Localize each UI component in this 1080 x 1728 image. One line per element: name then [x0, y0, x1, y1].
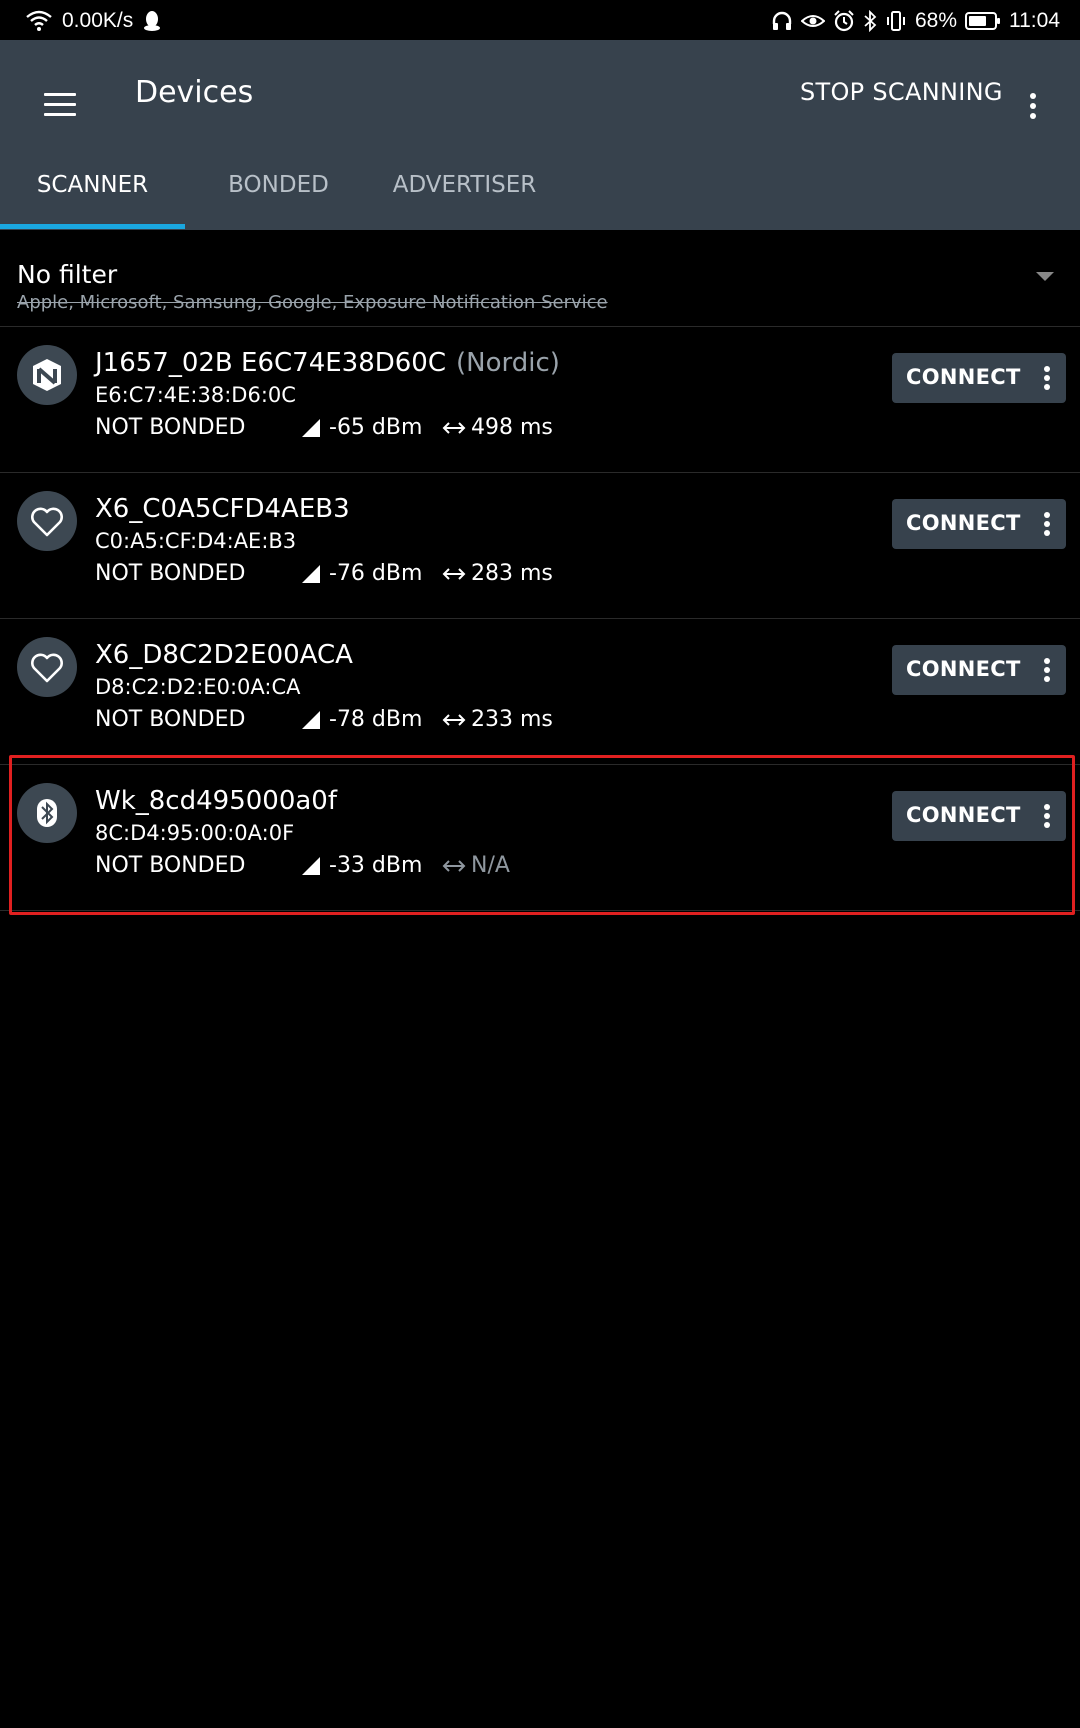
more-vert-icon: [1044, 366, 1050, 372]
filter-bar[interactable]: No filter Apple, Microsoft, Samsung, Goo…: [0, 230, 1080, 327]
filter-label: No filter: [17, 260, 118, 289]
qq-icon: [144, 11, 161, 31]
more-vert-icon: [1044, 658, 1050, 664]
connect-button[interactable]: CONNECT: [892, 645, 1066, 695]
page-title: Devices: [135, 75, 254, 110]
signal-icon: [302, 710, 320, 729]
connect-label: CONNECT: [906, 657, 1021, 681]
device-more-button[interactable]: [1032, 353, 1062, 403]
tab-bonded[interactable]: BONDED: [185, 172, 372, 230]
connect-button[interactable]: CONNECT: [892, 353, 1066, 403]
signal-icon: [302, 418, 320, 437]
advertising-interval: 283 ms: [442, 561, 553, 586]
filter-excluded-list: Apple, Microsoft, Samsung, Google, Expos…: [17, 292, 608, 313]
stop-scanning-button[interactable]: STOP SCANNING: [800, 78, 1003, 106]
network-speed: 0.00K/s: [62, 9, 134, 32]
more-vert-icon: [1030, 93, 1036, 99]
device-avatar: [17, 491, 77, 551]
bond-state: NOT BONDED: [95, 707, 246, 732]
nordic-icon: [33, 359, 61, 391]
device-name: X6_D8C2D2E00ACA: [95, 640, 353, 670]
app-bar: Devices STOP SCANNING SCANNER BONDED ADV…: [0, 40, 1080, 230]
device-row[interactable]: J1657_02B E6C74E38D60C (Nordic) E6:C7:4E:…: [0, 326, 1080, 473]
connect-label: CONNECT: [906, 365, 1021, 389]
device-row[interactable]: X6_C0A5CFD4AEB3 C0:A5:CF:D4:AE:B3 NOT BO…: [0, 472, 1080, 619]
interval-arrows-icon: [442, 421, 466, 434]
advertising-interval: 498 ms: [442, 415, 553, 440]
more-vert-icon: [1044, 512, 1050, 518]
menu-button[interactable]: [30, 76, 90, 136]
device-avatar: [17, 637, 77, 697]
battery-percent: 68%: [914, 9, 957, 32]
dropdown-arrow-icon[interactable]: [1036, 272, 1054, 281]
device-mac: C0:A5:CF:D4:AE:B3: [95, 529, 297, 553]
alarm-icon: [834, 10, 854, 32]
interval-arrows-icon: [442, 567, 466, 580]
heart-icon: [31, 507, 63, 537]
device-vendor: (Nordic): [456, 348, 560, 378]
tab-advertiser[interactable]: ADVERTISER: [372, 172, 557, 230]
rssi: -78 dBm: [300, 707, 422, 732]
bond-state: NOT BONDED: [95, 415, 246, 440]
headphones-icon: [772, 11, 792, 30]
connect-button[interactable]: CONNECT: [892, 499, 1066, 549]
clock: 11:04: [1009, 9, 1060, 32]
overflow-menu-button[interactable]: [1018, 76, 1048, 136]
device-mac: E6:C7:4E:38:D6:0C: [95, 383, 296, 407]
vibrate-icon: [886, 11, 905, 31]
highlight-box: [9, 755, 1075, 915]
device-name: X6_C0A5CFD4AEB3: [95, 494, 350, 524]
device-mac: D8:C2:D2:E0:0A:CA: [95, 675, 301, 699]
device-name: J1657_02B E6C74E38D60C (Nordic): [95, 348, 560, 378]
menu-icon: [44, 93, 76, 96]
wifi-icon: [26, 10, 52, 31]
bluetooth-status-icon: [864, 10, 877, 32]
advertising-interval: 233 ms: [442, 707, 553, 732]
tab-scanner[interactable]: SCANNER: [0, 172, 185, 230]
connect-label: CONNECT: [906, 511, 1021, 535]
eye-icon: [800, 15, 825, 27]
interval-arrows-icon: [442, 713, 466, 726]
status-bar: 0.00K/s 68% 11:04: [0, 0, 1080, 40]
device-more-button[interactable]: [1032, 499, 1062, 549]
device-avatar: [17, 345, 77, 405]
rssi: -76 dBm: [300, 561, 422, 586]
signal-icon: [302, 564, 320, 583]
device-row[interactable]: X6_D8C2D2E00ACA D8:C2:D2:E0:0A:CA NOT BO…: [0, 618, 1080, 765]
rssi: -65 dBm: [300, 415, 422, 440]
tab-indicator: [0, 224, 185, 229]
tab-bar: SCANNER BONDED ADVERTISER: [0, 172, 1080, 230]
bond-state: NOT BONDED: [95, 561, 246, 586]
battery-icon: [965, 12, 1000, 30]
device-more-button[interactable]: [1032, 645, 1062, 695]
heart-icon: [31, 653, 63, 683]
